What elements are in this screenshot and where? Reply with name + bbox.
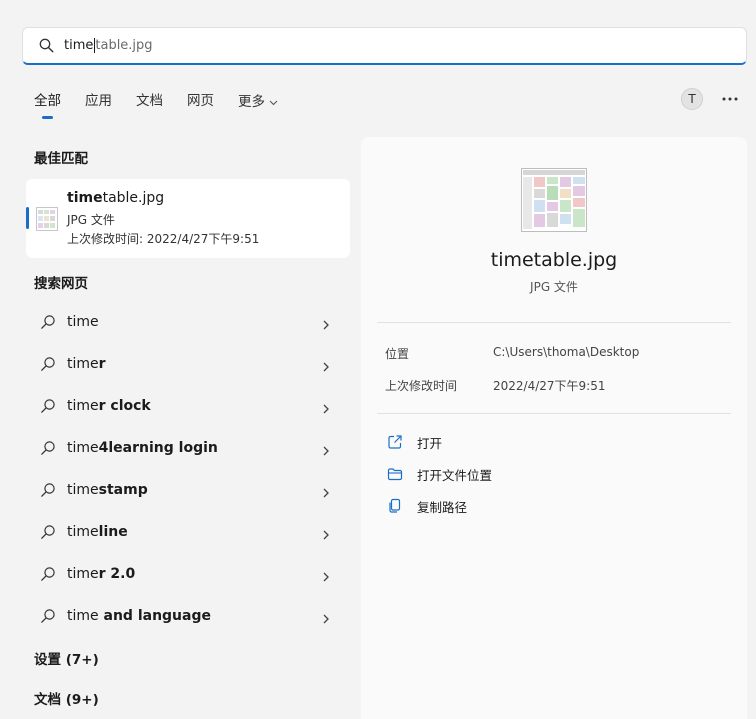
suggestion-suffix: stamp — [98, 482, 148, 498]
divider — [377, 413, 731, 414]
open-file-location-action[interactable]: 打开文件位置 — [387, 464, 492, 484]
web-suggestion-label: time4learning login — [67, 440, 218, 456]
suggestion-prefix: time — [67, 524, 99, 540]
chevron-right-icon — [322, 442, 332, 456]
copy-path-label: 复制路径 — [417, 499, 468, 515]
open-action-label: 打开 — [417, 435, 443, 451]
search-icon — [40, 608, 56, 624]
web-suggestion[interactable]: timestamp — [26, 470, 350, 510]
chevron-right-icon — [322, 400, 332, 414]
preview-file-name: timetable.jpg — [490, 249, 618, 271]
location-label: 位置 — [385, 347, 410, 361]
image-file-icon — [36, 207, 58, 235]
suggestion-suffix: 4learning login — [98, 440, 218, 456]
more-options-icon[interactable] — [720, 89, 740, 109]
chevron-right-icon — [322, 610, 332, 624]
best-match-result[interactable]: timetable.jpg JPG 文件 上次修改时间: 2022/4/27下午… — [26, 179, 350, 258]
tab-all[interactable]: 全部 — [34, 92, 61, 119]
modified-value: 2022/4/27下午9:51 — [493, 379, 606, 393]
best-match-modified: 上次修改时间: 2022/4/27下午9:51 — [67, 232, 260, 246]
search-input[interactable]: time table.jpg — [64, 38, 153, 53]
web-suggestion[interactable]: timer 2.0 — [26, 554, 350, 594]
best-match-name: timetable.jpg — [67, 190, 164, 206]
search-icon — [40, 524, 56, 540]
suggestion-prefix: time — [67, 440, 99, 456]
best-match-name-rest: table.jpg — [102, 190, 165, 206]
web-suggestion[interactable]: timeline — [26, 512, 350, 552]
search-icon — [40, 566, 56, 582]
modified-label: 上次修改时间 — [385, 379, 458, 393]
tab-more-label: 更多 — [238, 94, 265, 110]
search-icon — [39, 38, 55, 54]
chevron-right-icon — [322, 526, 332, 540]
open-external-icon — [387, 434, 403, 450]
web-suggestion[interactable]: time — [26, 302, 350, 342]
copy-icon — [387, 498, 403, 514]
web-suggestion-label: time and language — [67, 608, 211, 624]
web-suggestion[interactable]: timer clock — [26, 386, 350, 426]
web-suggestion-label: timeline — [67, 524, 128, 540]
suggestion-suffix: and language — [98, 608, 212, 624]
filter-tabs: 全部 应用 文档 网页 更多 — [34, 92, 302, 119]
web-suggestion[interactable]: time and language — [26, 596, 350, 636]
best-match-heading: 最佳匹配 — [34, 151, 88, 167]
search-autocomplete: table.jpg — [95, 38, 153, 53]
preview-file-type: JPG 文件 — [530, 280, 578, 294]
best-match-type: JPG 文件 — [67, 213, 115, 227]
web-suggestion[interactable]: time4learning login — [26, 428, 350, 468]
web-suggestion-label: time — [67, 314, 99, 330]
chevron-down-icon — [269, 93, 278, 111]
suggestion-prefix: time — [67, 356, 99, 372]
search-typed-text: time — [64, 38, 94, 53]
divider — [377, 322, 731, 323]
selection-indicator — [26, 207, 29, 229]
search-icon — [40, 356, 56, 372]
web-suggestion-label: timestamp — [67, 482, 148, 498]
copy-path-action[interactable]: 复制路径 — [387, 496, 467, 516]
chevron-right-icon — [322, 484, 332, 498]
tab-apps[interactable]: 应用 — [85, 92, 112, 112]
search-icon — [40, 440, 56, 456]
avatar[interactable]: T — [681, 88, 703, 110]
suggestion-prefix: time — [67, 608, 99, 624]
web-search-heading: 搜索网页 — [34, 276, 88, 292]
image-preview — [521, 168, 587, 236]
suggestion-prefix: time — [67, 314, 99, 330]
web-suggestion-label: timer clock — [67, 398, 151, 414]
search-icon — [40, 482, 56, 498]
web-suggestion[interactable]: timer — [26, 344, 350, 384]
suggestion-suffix: r — [98, 356, 106, 372]
open-action[interactable]: 打开 — [387, 432, 442, 452]
suggestion-suffix: r clock — [98, 398, 151, 414]
suggestion-prefix: time — [67, 482, 99, 498]
web-suggestion-label: timer 2.0 — [67, 566, 135, 582]
suggestion-prefix: time — [67, 566, 99, 582]
open-file-location-label: 打开文件位置 — [417, 467, 493, 483]
search-icon — [40, 398, 56, 414]
tab-documents[interactable]: 文档 — [136, 92, 163, 112]
chevron-right-icon — [322, 316, 332, 330]
folder-icon — [387, 466, 403, 482]
search-box[interactable]: time table.jpg — [22, 27, 747, 65]
best-match-name-bold: time — [67, 190, 103, 206]
suggestion-prefix: time — [67, 398, 99, 414]
chevron-right-icon — [322, 358, 332, 372]
suggestion-suffix: line — [98, 524, 128, 540]
settings-heading[interactable]: 设置 (7+) — [34, 648, 99, 668]
web-suggestion-label: timer — [67, 356, 106, 372]
suggestion-suffix: r 2.0 — [98, 566, 136, 582]
chevron-right-icon — [322, 568, 332, 582]
tab-web[interactable]: 网页 — [187, 92, 214, 112]
search-icon — [40, 314, 56, 330]
location-value: C:\Users\thoma\Desktop — [493, 345, 640, 359]
tab-more[interactable]: 更多 — [238, 92, 278, 112]
preview-panel: timetable.jpg JPG 文件 位置 C:\Users\thoma\D… — [361, 137, 747, 719]
documents-heading[interactable]: 文档 (9+) — [34, 688, 99, 708]
